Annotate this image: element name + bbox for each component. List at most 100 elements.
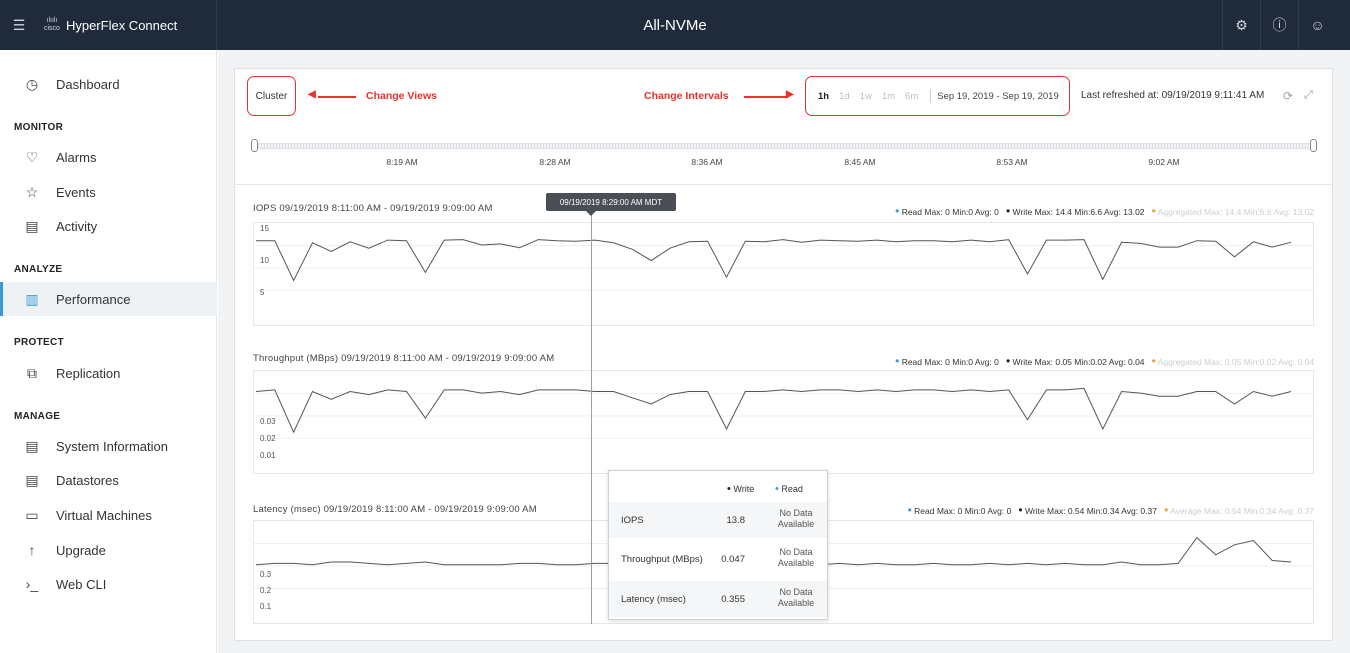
iops-ytick: 15 <box>260 224 269 233</box>
series-line-write[interactable] <box>255 387 1292 434</box>
legend-write[interactable]: Write Max: 0.54 Min:0.34 Avg: 0.37 <box>1025 506 1157 516</box>
throughput-ytick: 0.02 <box>260 434 276 443</box>
annotation-arrow <box>318 96 356 98</box>
write-legend-icon: • <box>1018 503 1023 517</box>
sidebar-item-label: System Information <box>56 438 168 454</box>
sidebar-item-performance[interactable]: ▥ Performance <box>0 282 217 316</box>
throughput-chart-title: Throughput (MBps) 09/19/2019 8:11:00 AM … <box>253 353 555 364</box>
brand-area: ☰ ılıılı cisco HyperFlex Connect <box>0 0 217 50</box>
sidebar-item-label: Upgrade <box>56 542 106 558</box>
user-icon[interactable]: ☺ <box>1298 0 1336 50</box>
monitor-icon: ▭ <box>25 506 39 523</box>
hover-timestamp-tooltip: 09/19/2019 8:29:00 AM MDT <box>546 193 676 216</box>
dashboard-icon: ◷ <box>25 75 39 92</box>
sidebar-item-datastores[interactable]: ▤ Datastores <box>0 463 217 497</box>
timeline-tick: 8:19 AM <box>386 157 418 167</box>
legend-read[interactable]: Read Max: 0 Min:0 Avg: 0 <box>902 207 999 217</box>
sidebar-item-alarms[interactable]: ♡ Alarms <box>0 140 217 174</box>
interval-1w[interactable]: 1w <box>860 91 872 102</box>
tooltip-read-value: No Data Available <box>777 508 815 529</box>
latency-ytick: 0.1 <box>260 602 272 611</box>
timeline-handle-start[interactable] <box>251 139 258 152</box>
throughput-ytick: 0.01 <box>260 451 276 460</box>
bar-chart-icon: ▥ <box>25 290 39 307</box>
sidebar-item-label: Dashboard <box>56 76 120 92</box>
legend-read[interactable]: Read Max: 0 Min:0 Avg: 0 <box>914 506 1011 516</box>
expand-icon[interactable]: ⤢ <box>1304 89 1313 102</box>
sidebar-item-activity[interactable]: ▤ Activity <box>0 209 217 243</box>
menu-icon[interactable]: ☰ <box>0 0 38 50</box>
tooltip-metric: Latency (msec) <box>621 594 686 605</box>
arrow-head-left-icon: ◀ <box>308 89 316 100</box>
iops-chart <box>253 222 1314 326</box>
clipboard-icon: ▤ <box>25 217 39 234</box>
star-icon: ☆ <box>25 183 39 200</box>
throughput-legend: • Read Max: 0 Min:0 Avg: 0 • Write Max: … <box>895 354 1314 368</box>
cisco-logo: ılıılı cisco <box>44 17 60 32</box>
tooltip-col-read: • Read <box>775 483 803 495</box>
timeline-tick: 8:53 AM <box>996 157 1028 167</box>
sidebar-item-label: Performance <box>56 291 131 307</box>
copy-icon: ⧉ <box>27 364 37 381</box>
hover-values-tooltip: • Write • Read IOPS 13.8 No Data Availab… <box>608 470 828 620</box>
iops-legend: • Read Max: 0 Min:0 Avg: 0 • Write Max: … <box>895 204 1314 218</box>
sidebar-item-replication[interactable]: ⧉ Replication <box>0 356 217 390</box>
aggregated-legend-icon: • <box>1151 204 1156 218</box>
legend-aggregated[interactable]: Aggregated Max: 0.05 Min:0.02 Avg: 0.04 <box>1158 357 1314 367</box>
tooltip-metric: Throughput (MBps) <box>621 554 703 565</box>
date-range-picker[interactable]: Sep 19, 2019 - Sep 19, 2019 <box>937 91 1059 102</box>
timeline-handle-end[interactable] <box>1310 139 1317 152</box>
help-icon[interactable]: ⓘ <box>1260 0 1298 50</box>
tooltip-read-value: No Data Available <box>777 587 815 608</box>
sidebar-item-label: Activity <box>56 218 98 234</box>
sidebar-item-dashboard[interactable]: ◷ Dashboard <box>0 67 217 101</box>
legend-write[interactable]: Write Max: 14.4 Min:6.6 Avg: 13.02 <box>1013 207 1145 217</box>
iops-ytick: 5 <box>260 288 265 297</box>
sidebar-item-virtual-machines[interactable]: ▭ Virtual Machines <box>0 498 217 532</box>
section-monitor: MONITOR <box>14 122 64 133</box>
system-info-icon: ▤ <box>25 437 39 454</box>
aggregated-legend-icon: • <box>1164 503 1169 517</box>
sidebar: ◷ Dashboard MONITOR ♡ Alarms ☆ Events ▤ … <box>0 50 217 653</box>
legend-read[interactable]: Read Max: 0 Min:0 Avg: 0 <box>902 357 999 367</box>
datastore-icon: ▤ <box>25 471 39 488</box>
performance-toolbar <box>234 68 1333 185</box>
tooltip-write-value: 0.355 <box>721 594 745 605</box>
sidebar-item-label: Alarms <box>56 149 97 165</box>
sidebar-item-web-cli[interactable]: ›_ Web CLI <box>0 567 217 601</box>
latency-ytick: 0.2 <box>260 586 272 595</box>
legend-aggregated[interactable]: Aggregated Max: 14.4 Min:6.6 Avg: 13.02 <box>1158 207 1314 217</box>
interval-1h[interactable]: 1h <box>818 91 829 102</box>
interval-6m[interactable]: 6m <box>905 91 918 102</box>
tooltip-row: Throughput (MBps) 0.047 No Data Availabl… <box>609 541 827 577</box>
hover-crosshair <box>591 212 592 624</box>
view-selector-button[interactable]: Cluster <box>247 76 296 116</box>
latency-ytick: 0.3 <box>260 570 272 579</box>
section-analyze: ANALYZE <box>14 264 63 275</box>
tooltip-metric: IOPS <box>621 515 644 526</box>
write-dot-icon: • <box>727 483 731 495</box>
tooltip-write-value: 13.8 <box>726 515 746 526</box>
timeline-slider[interactable] <box>255 143 1315 149</box>
sidebar-item-events[interactable]: ☆ Events <box>0 175 217 209</box>
refresh-icon[interactable]: ⟳ <box>1283 89 1293 103</box>
timeline-tick: 9:02 AM <box>1148 157 1180 167</box>
sidebar-item-system-information[interactable]: ▤ System Information <box>0 429 217 463</box>
chart-svg <box>254 239 1313 291</box>
read-legend-icon: • <box>895 354 900 368</box>
chart-svg <box>254 387 1313 439</box>
legend-average[interactable]: Average Max: 0.54 Min:0.34 Avg: 0.37 <box>1170 506 1314 516</box>
latency-legend: • Read Max: 0 Min:0 Avg: 0 • Write Max: … <box>908 503 1314 517</box>
interval-1d[interactable]: 1d <box>839 91 850 102</box>
terminal-icon: ›_ <box>25 576 39 592</box>
legend-write[interactable]: Write Max: 0.05 Min:0.02 Avg: 0.04 <box>1013 357 1145 367</box>
settings-icon[interactable]: ⚙ <box>1222 0 1260 50</box>
sidebar-item-label: Datastores <box>56 472 119 488</box>
divider <box>930 89 932 103</box>
annotation-change-views: Change Views <box>366 90 437 102</box>
tooltip-write-value: 0.047 <box>721 554 745 565</box>
sidebar-item-upgrade[interactable]: ↑ Upgrade <box>0 533 217 567</box>
top-bar: ☰ ılıılı cisco HyperFlex Connect All-NVMe… <box>0 0 1350 50</box>
timeline-tick: 8:45 AM <box>844 157 876 167</box>
interval-1m[interactable]: 1m <box>882 91 895 102</box>
